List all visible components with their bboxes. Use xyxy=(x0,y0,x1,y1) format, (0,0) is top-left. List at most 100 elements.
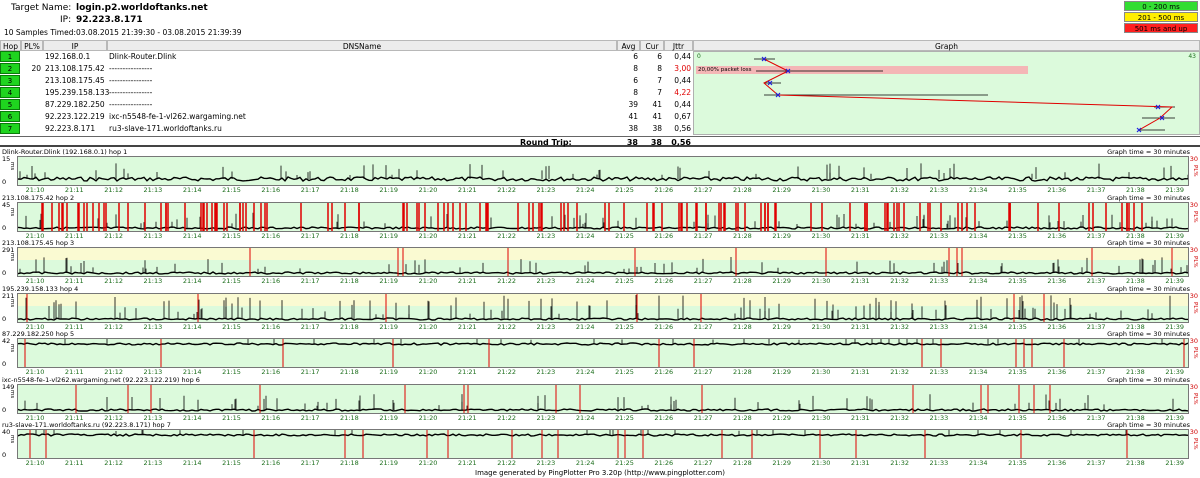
pl-max: 30 xyxy=(1189,246,1198,254)
hop-number[interactable]: 1 xyxy=(0,51,20,62)
hop-avg: 38 xyxy=(628,124,638,133)
time-tick-label: 21:23 xyxy=(536,459,556,467)
hop-jttr: 0,56 xyxy=(674,124,691,133)
hop-dns: ixc-n5548-fe-1-vl262.wargaming.net xyxy=(109,112,246,121)
time-tick-label: 21:17 xyxy=(300,459,320,467)
time-tick-label: 21:22 xyxy=(497,186,516,194)
samples-label: 10 Samples Timed: xyxy=(4,28,76,37)
hop-panel: Dlink-Router.Dlink (192.168.0.1) hop 1 Gr… xyxy=(0,148,1200,194)
round-trip-cur: 38 xyxy=(650,138,662,147)
time-tick-label: 21:24 xyxy=(575,186,595,194)
hop-number[interactable]: 6 xyxy=(0,111,20,122)
time-tick-label: 21:13 xyxy=(143,277,163,285)
time-tick-label: 21:31 xyxy=(850,277,870,285)
time-axis: 21:10 21:11 21:12 21:13 21:14 21:15 21:16 21:17… xyxy=(17,459,1189,467)
route-line xyxy=(763,58,1174,131)
time-tick-label: 21:10 xyxy=(25,277,45,285)
time-tick-label: 21:34 xyxy=(968,186,988,194)
time-tick-label: 21:38 xyxy=(1126,368,1145,376)
legend-green: 0 - 200 ms xyxy=(1124,1,1198,11)
time-tick-label: 21:27 xyxy=(693,368,713,376)
time-tick-label: 21:19 xyxy=(379,459,399,467)
time-tick-label: 21:20 xyxy=(418,186,438,194)
latency-trace xyxy=(18,317,1188,321)
hop-cur: 38 xyxy=(652,124,662,133)
time-tick-label: 21:39 xyxy=(1165,186,1185,194)
col-ip[interactable]: IP xyxy=(43,40,107,51)
hop-plot-svg xyxy=(18,248,1188,276)
hop-number[interactable]: 2 xyxy=(0,63,20,74)
time-tick-label: 21:11 xyxy=(64,459,84,467)
hop-jttr: 0,44 xyxy=(674,52,691,61)
hop-plot xyxy=(17,293,1189,323)
time-tick-label: 21:25 xyxy=(615,459,634,467)
col-dnsname[interactable]: DNSName xyxy=(107,40,617,51)
time-tick-label: 21:22 xyxy=(497,368,516,376)
time-tick-label: 21:21 xyxy=(457,459,477,467)
col-hop[interactable]: Hop xyxy=(0,40,21,51)
time-tick-label: 21:18 xyxy=(340,459,359,467)
time-tick-label: 21:11 xyxy=(64,277,84,285)
time-tick-label: 21:25 xyxy=(615,186,634,194)
hop-plot-svg xyxy=(18,294,1188,322)
time-tick-label: 21:30 xyxy=(811,459,831,467)
col-cur[interactable]: Cur xyxy=(640,40,664,51)
time-tick-label: 21:28 xyxy=(733,277,752,285)
time-tick-label: 21:38 xyxy=(1126,459,1145,467)
pl-unit: PL% xyxy=(1192,211,1198,223)
time-tick-label: 21:36 xyxy=(1047,277,1067,285)
hop-jttr: 4,22 xyxy=(674,88,691,97)
latency-legend: 0 - 200 ms 201 - 500 ms 501 ms and up xyxy=(1124,1,1198,34)
y-unit: ms xyxy=(9,435,15,444)
y-min: 0 xyxy=(2,224,7,232)
col-avg[interactable]: Avg xyxy=(617,40,640,51)
time-axis: 21:10 21:11 21:12 21:13 21:14 21:15 21:16 21:17… xyxy=(17,186,1189,194)
time-tick-label: 21:15 xyxy=(222,277,241,285)
hop-dns: ---------------- xyxy=(109,76,153,85)
hop-number[interactable]: 5 xyxy=(0,99,20,110)
hop-number[interactable]: 3 xyxy=(0,75,20,86)
time-tick-label: 21:38 xyxy=(1126,277,1145,285)
pl-max: 30 xyxy=(1189,337,1198,345)
time-tick-label: 21:31 xyxy=(850,459,870,467)
col-graph[interactable]: Graph xyxy=(693,40,1200,51)
time-tick-label: 21:10 xyxy=(25,459,45,467)
time-tick-label: 21:36 xyxy=(1047,186,1067,194)
time-tick-label: 21:12 xyxy=(104,368,123,376)
time-tick-label: 21:38 xyxy=(1126,186,1145,194)
graph-time: Graph time = 30 minutes xyxy=(1107,239,1190,247)
time-tick-label: 21:16 xyxy=(261,459,281,467)
time-tick-label: 21:11 xyxy=(64,186,84,194)
hop-cur: 7 xyxy=(657,76,662,85)
time-tick-label: 21:30 xyxy=(811,186,831,194)
time-tick-label: 21:34 xyxy=(968,368,988,376)
hop-avg: 8 xyxy=(633,64,638,73)
target-name-value: login.p2.worldoftanks.net xyxy=(76,3,208,13)
time-tick-label: 21:36 xyxy=(1047,459,1067,467)
time-tick-label: 21:16 xyxy=(261,368,281,376)
hop-jttr: 0,44 xyxy=(674,100,691,109)
hop-number[interactable]: 4 xyxy=(0,87,20,98)
time-tick-label: 21:35 xyxy=(1008,186,1027,194)
col-jttr[interactable]: Jttr xyxy=(664,40,693,51)
hop-number[interactable]: 7 xyxy=(0,123,20,134)
hop-cur: 41 xyxy=(652,100,662,109)
hop-ip: 92.223.122.219 xyxy=(45,112,105,121)
panel-title: 87.229.182.250 hop 5 xyxy=(2,330,75,338)
report-header: Target Name: login.p2.worldoftanks.net I… xyxy=(0,0,1200,40)
time-tick-label: 21:39 xyxy=(1165,277,1185,285)
hop-avg: 41 xyxy=(628,112,638,121)
time-tick-label: 21:15 xyxy=(222,186,241,194)
time-tick-label: 21:29 xyxy=(772,368,792,376)
time-tick-label: 21:32 xyxy=(890,186,909,194)
time-tick-label: 21:17 xyxy=(300,186,320,194)
col-pl[interactable]: PL% xyxy=(21,40,43,51)
hop-jttr: 0,67 xyxy=(674,112,691,121)
time-tick-label: 21:37 xyxy=(1086,277,1106,285)
pl-unit: PL% xyxy=(1192,438,1198,450)
time-tick-label: 21:26 xyxy=(654,277,674,285)
round-trip-label: Round Trip: xyxy=(520,138,572,147)
ip-value: 92.223.8.171 xyxy=(76,15,143,25)
pl-max: 30 xyxy=(1189,201,1198,209)
time-tick-label: 21:33 xyxy=(929,368,949,376)
